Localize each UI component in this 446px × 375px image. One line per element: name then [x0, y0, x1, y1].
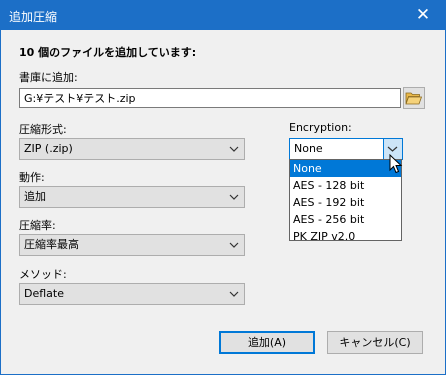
encryption-label: Encryption: — [289, 121, 352, 134]
encryption-option-aes256[interactable]: AES - 256 bit — [290, 211, 401, 228]
chevron-down-icon — [229, 291, 239, 297]
action-value: 追加 — [24, 190, 46, 203]
chevron-down-icon — [229, 242, 239, 248]
title-bar: 追加圧縮 ✕ — [1, 1, 445, 30]
add-archive-dialog: 追加圧縮 ✕ 10 個のファイルを追加しています: 書庫に追加: G:¥テスト¥… — [0, 0, 446, 375]
folder-open-icon — [405, 92, 423, 105]
chevron-down-icon — [229, 146, 239, 152]
encryption-option-aes128[interactable]: AES - 128 bit — [290, 177, 401, 194]
add-button[interactable]: 追加(A) — [219, 331, 315, 354]
action-label: 動作: — [19, 171, 45, 184]
level-value: 圧縮率最高 — [24, 238, 79, 251]
encryption-option-none[interactable]: None — [290, 160, 401, 177]
method-value: Deflate — [24, 287, 64, 300]
chevron-down-icon — [229, 194, 239, 200]
archive-label: 書庫に追加: — [19, 71, 78, 84]
method-label: メソッド: — [19, 268, 67, 281]
encryption-dropdown-list: None AES - 128 bit AES - 192 bit AES - 2… — [289, 159, 402, 243]
encryption-option-aes192[interactable]: AES - 192 bit — [290, 194, 401, 211]
format-select[interactable]: ZIP (.zip) — [19, 138, 245, 160]
close-icon[interactable]: ✕ — [401, 1, 445, 30]
method-select[interactable]: Deflate — [19, 283, 245, 305]
format-label: 圧縮形式: — [19, 123, 67, 136]
encryption-value: None — [294, 142, 323, 155]
action-select[interactable]: 追加 — [19, 186, 245, 208]
encryption-select[interactable]: None — [289, 138, 403, 160]
mouse-pointer-icon — [389, 154, 403, 174]
level-label: 圧縮率: — [19, 219, 56, 232]
window-title: 追加圧縮 — [9, 10, 58, 24]
format-value: ZIP (.zip) — [24, 142, 73, 155]
browse-button[interactable] — [403, 87, 425, 109]
encryption-option-pkzip[interactable]: PK ZIP v2.0 — [290, 228, 401, 245]
level-select[interactable]: 圧縮率最高 — [19, 234, 245, 256]
cancel-button[interactable]: キャンセル(C) — [327, 331, 423, 354]
files-count-heading: 10 個のファイルを追加しています: — [19, 46, 197, 59]
archive-path-input[interactable]: G:¥テスト¥テスト.zip — [19, 88, 401, 108]
